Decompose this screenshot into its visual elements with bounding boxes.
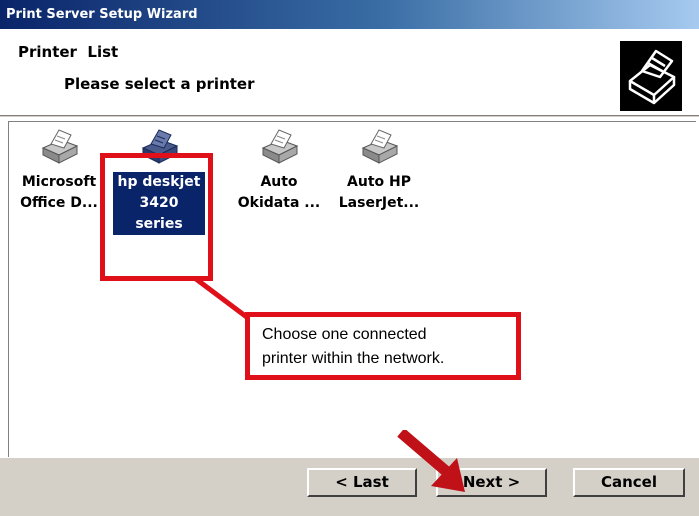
printer-label: Auto HP LaserJet... xyxy=(338,174,420,211)
setup-wizard-window: Print Server Setup Wizard Printer List P… xyxy=(0,0,699,516)
page-subtitle: Please select a printer xyxy=(64,75,255,93)
header-separator xyxy=(0,115,699,119)
printer-icon xyxy=(41,129,79,164)
button-bar: < Last Next > Cancel xyxy=(0,458,699,516)
printer-wizard-icon xyxy=(620,41,682,111)
callout-line-2: printer within the network. xyxy=(262,350,445,367)
printer-label: Microsoft Office D... xyxy=(20,174,98,211)
instruction-callout: Choose one connected printer within the … xyxy=(245,312,521,380)
cancel-button[interactable]: Cancel xyxy=(573,468,685,497)
printer-item-auto-okidata[interactable]: Auto Okidata ... xyxy=(233,128,325,214)
printer-label: Auto Okidata ... xyxy=(237,174,321,211)
next-button[interactable]: Next > xyxy=(436,468,547,497)
wizard-header: Printer List Please select a printer xyxy=(0,29,699,115)
title-bar: Print Server Setup Wizard xyxy=(0,0,699,29)
last-button[interactable]: < Last xyxy=(307,468,417,497)
printer-icon xyxy=(361,129,399,164)
window-title: Print Server Setup Wizard xyxy=(6,7,198,22)
printer-item-microsoft-office[interactable]: Microsoft Office D... xyxy=(13,128,105,214)
selection-highlight-box xyxy=(100,153,213,281)
printer-icon xyxy=(261,129,299,164)
page-title: Printer List xyxy=(18,43,119,61)
printer-item-auto-hp-laserjet[interactable]: Auto HP LaserJet... xyxy=(333,128,425,214)
callout-line-1: Choose one connected xyxy=(262,326,427,343)
